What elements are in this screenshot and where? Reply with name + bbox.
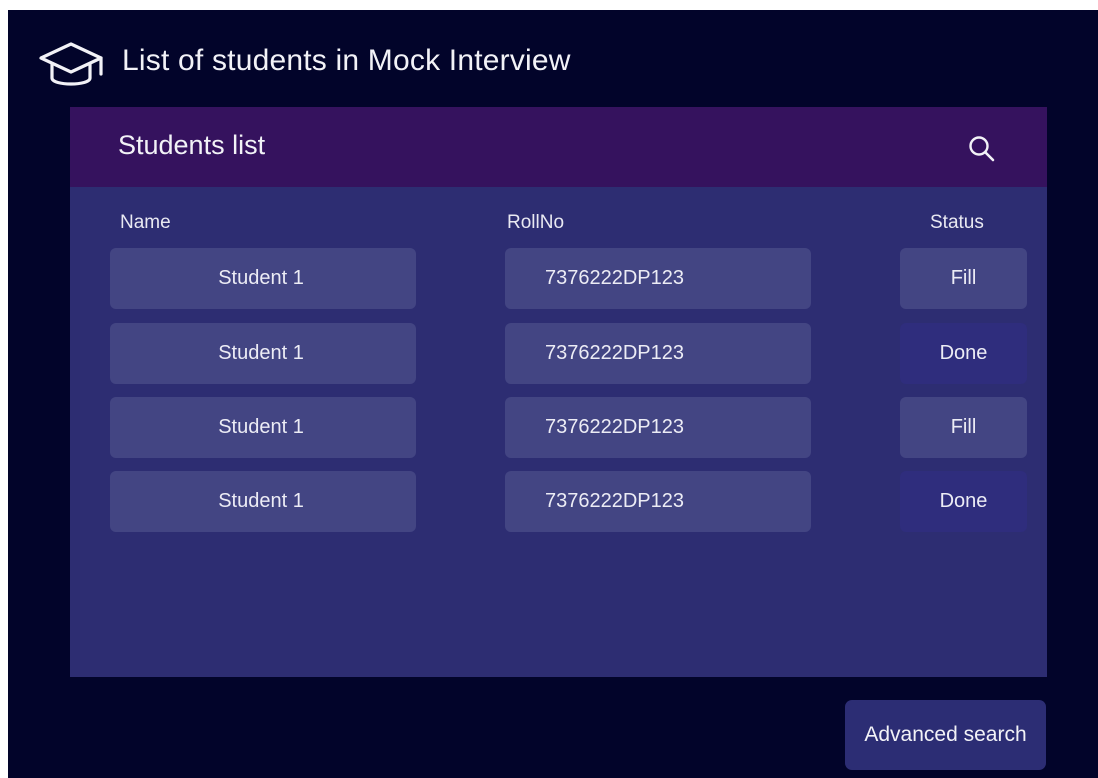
status-done-button[interactable]: Done	[900, 471, 1027, 532]
roll-number-cell: 7376222DP123	[505, 323, 811, 384]
column-header-rollno: RollNo	[507, 212, 565, 233]
roll-number-cell: 7376222DP123	[505, 397, 811, 458]
column-header-name: Name	[120, 212, 171, 233]
roll-number-cell: 7376222DP123	[505, 248, 811, 309]
panel-header: Students list	[70, 107, 1047, 187]
students-panel: Students list Name RollNo Status Student…	[70, 107, 1047, 677]
page-title: List of students in Mock Interview	[122, 44, 571, 77]
student-name-cell: Student 1	[110, 471, 416, 532]
student-name-cell: Student 1	[110, 397, 416, 458]
status-fill-button[interactable]: Fill	[900, 397, 1027, 458]
status-done-button[interactable]: Done	[900, 323, 1027, 384]
app-screen: List of students in Mock Interview Stude…	[8, 10, 1098, 778]
student-name-cell: Student 1	[110, 323, 416, 384]
roll-number-cell: 7376222DP123	[505, 471, 811, 532]
search-icon[interactable]	[965, 132, 999, 166]
graduation-cap-icon	[39, 42, 103, 86]
panel-title: Students list	[118, 130, 266, 160]
status-fill-button[interactable]: Fill	[900, 248, 1027, 309]
app-header: List of students in Mock Interview	[8, 10, 1098, 106]
column-header-status: Status	[930, 212, 984, 233]
advanced-search-button[interactable]: Advanced search	[845, 700, 1046, 770]
student-name-cell: Student 1	[110, 248, 416, 309]
